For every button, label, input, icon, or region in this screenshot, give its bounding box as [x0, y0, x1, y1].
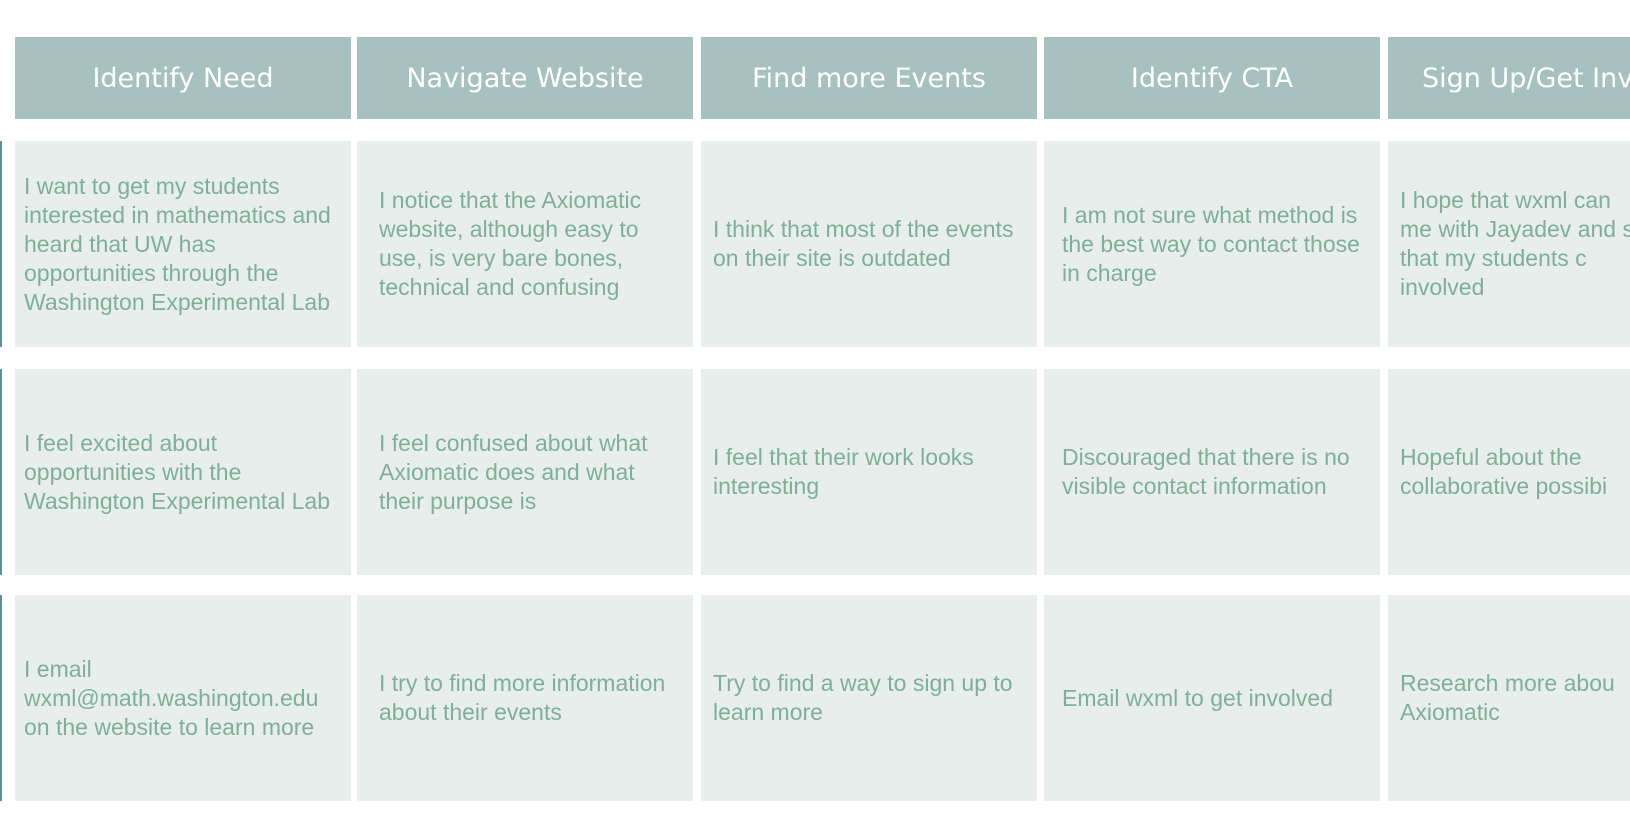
journey-cell: I feel excited about opportunities with … — [15, 369, 351, 575]
journey-cell-text: Email wxml to get involved — [1062, 684, 1333, 711]
journey-cell-text: I try to find more information about the… — [379, 670, 666, 725]
journey-map: Identify Need Navigate Website Find more… — [0, 0, 1630, 826]
journey-cell-text: I feel that their work looks interesting — [713, 444, 974, 499]
journey-cell-text: I am not sure what method is the best wa… — [1062, 201, 1360, 286]
journey-cell: I want to get my students interested in … — [15, 141, 351, 347]
journey-cell: Try to find a way to sign up to learn mo… — [701, 595, 1037, 801]
journey-cell: Research more abou Axiomatic — [1388, 595, 1630, 801]
journey-cell: I email wxml@math.washington.edu on the … — [15, 595, 351, 801]
journey-cell: I try to find more information about the… — [357, 595, 693, 801]
journey-cell: I hope that wxml can me with Jayadev and… — [1388, 141, 1630, 347]
journey-cell: I feel that their work looks interesting — [701, 369, 1037, 575]
journey-cell: Hopeful about the collaborative possibi — [1388, 369, 1630, 575]
journey-cell: I am not sure what method is the best wa… — [1044, 141, 1380, 347]
journey-cell: I think that most of the events on their… — [701, 141, 1037, 347]
journey-cell-text: I hope that wxml can me with Jayadev and… — [1400, 187, 1630, 300]
journey-cell-text: I feel confused about what Axiomatic doe… — [379, 429, 648, 514]
journey-cell-text: I notice that the Axiomatic website, alt… — [379, 187, 642, 300]
stage-header-navigate-website: Navigate Website — [357, 37, 693, 119]
left-edge-line-3 — [0, 595, 2, 801]
journey-cell-text: I think that most of the events on their… — [713, 216, 1014, 271]
journey-cell-text: Hopeful about the collaborative possibi — [1400, 444, 1608, 499]
journey-cell-text: Try to find a way to sign up to learn mo… — [713, 670, 1013, 725]
left-edge-line-2 — [0, 369, 2, 575]
journey-cell-text: I feel excited about opportunities with … — [24, 429, 330, 514]
journey-cell: I notice that the Axiomatic website, alt… — [357, 141, 693, 347]
journey-cell: I feel confused about what Axiomatic doe… — [357, 369, 693, 575]
journey-cell-text: Discouraged that there is no visible con… — [1062, 444, 1350, 499]
stage-header-identify-need: Identify Need — [15, 37, 351, 119]
journey-cell-text: Research more abou Axiomatic — [1400, 670, 1615, 725]
left-edge-line-1 — [0, 141, 2, 347]
journey-cell-text: I email wxml@math.washington.edu on the … — [24, 655, 319, 740]
journey-cell: Discouraged that there is no visible con… — [1044, 369, 1380, 575]
stage-header-identify-cta: Identify CTA — [1044, 37, 1380, 119]
journey-cell-text: I want to get my students interested in … — [24, 172, 331, 315]
stage-header-find-more-events: Find more Events — [701, 37, 1037, 119]
journey-cell: Email wxml to get involved — [1044, 595, 1380, 801]
stage-header-sign-up: Sign Up/Get Inv — [1388, 37, 1630, 119]
